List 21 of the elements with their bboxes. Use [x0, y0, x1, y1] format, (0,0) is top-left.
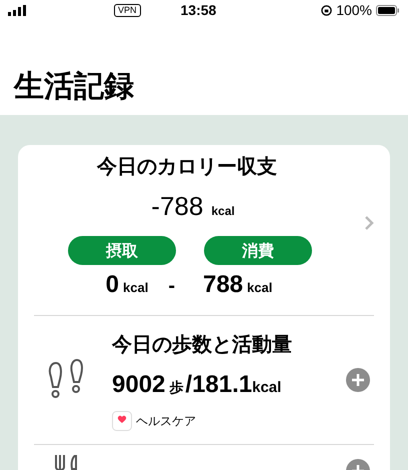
intake-label: 摂取: [68, 236, 176, 265]
battery-percent: 100%: [336, 1, 372, 20]
burn-value: 788: [202, 270, 244, 300]
slash-separator: /: [185, 370, 192, 400]
unit-label: kcal: [123, 279, 148, 297]
calorie-balance-title: 今日のカロリー収支: [97, 153, 277, 180]
vpn-badge: VPN: [114, 4, 141, 17]
source-label: ヘルスケア: [136, 413, 196, 430]
burn-label: 消費: [204, 236, 312, 265]
kcal-value: 181.1: [192, 370, 252, 400]
unit-label: kcal: [247, 279, 272, 297]
intake-value: 0: [106, 270, 119, 300]
steps-value: 9002: [112, 370, 166, 400]
minus-sign: -: [168, 274, 175, 299]
page-title: 生活記録: [14, 69, 135, 105]
activity-title: 今日の歩数と活動量: [112, 331, 293, 358]
calorie-balance-value: -788: [151, 190, 204, 223]
steps-unit: 歩: [169, 379, 184, 398]
unit-label: kcal: [252, 378, 282, 398]
unit-label: kcal: [211, 203, 235, 220]
clock-time: 13:58: [180, 1, 216, 20]
